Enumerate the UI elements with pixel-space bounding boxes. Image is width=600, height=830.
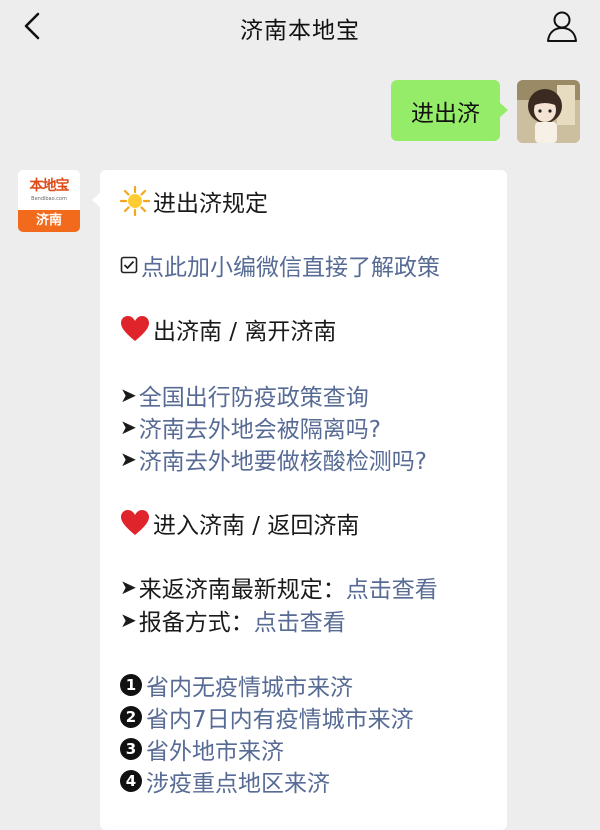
enter-item-link[interactable]: 点击查看 — [346, 570, 438, 604]
numbered-link[interactable]: 省外地市来济 — [146, 732, 284, 766]
numbered-link-row: 1 省内无疫情城市来济 — [120, 668, 353, 702]
user-avatar-image — [517, 80, 580, 143]
leave-link[interactable]: 济南去外地要做核酸检测吗? — [139, 442, 427, 476]
numbered-link-row: 4 涉疫重点地区来济 — [120, 764, 330, 798]
numbered-link[interactable]: 省内7日内有疫情城市来济 — [146, 700, 414, 734]
bot-logo-text: 本地宝 — [29, 178, 70, 194]
bot-avatar[interactable]: 本地宝 Bendibao.com 济南 — [18, 170, 80, 232]
leave-heading: 出济南 / 离开济南 — [153, 319, 337, 345]
leave-link-row: ➤ 济南去外地会被隔离吗? — [120, 410, 381, 444]
leave-link[interactable]: 全国出行防疫政策查询 — [139, 378, 369, 412]
leave-link-row: ➤ 全国出行防疫政策查询 — [120, 378, 369, 412]
leave-link-row: ➤ 济南去外地要做核酸检测吗? — [120, 442, 427, 476]
enter-heading: 进入济南 / 返回济南 — [153, 513, 360, 539]
user-message-text: 进出济 — [411, 100, 480, 127]
numbered-link[interactable]: 省内无疫情城市来济 — [146, 668, 353, 702]
enter-item-label: 来返济南最新规定： — [138, 577, 346, 603]
number-badge: 3 — [120, 738, 142, 760]
number-badge: 1 — [120, 674, 142, 696]
enter-item-link[interactable]: 点击查看 — [254, 603, 346, 637]
arrow-right-icon: ➤ — [120, 415, 137, 439]
enter-heading-row: 进入济南 / 返回济南 — [120, 506, 359, 540]
page-title: 济南本地宝 — [240, 18, 360, 44]
enter-item-label: 报备方式： — [138, 610, 254, 636]
bot-message-bubble: 进出济规定 点此加小编微信直接了解政策 出济南 / 离开济南 ➤ 全国出行防疫政… — [92, 170, 507, 830]
bot-logo-url: Bendibao.com — [31, 196, 67, 202]
arrow-right-icon: ➤ — [120, 608, 137, 632]
heart-icon — [121, 316, 149, 341]
profile-button[interactable] — [542, 6, 582, 46]
numbered-link-row: 3 省外地市来济 — [120, 732, 284, 766]
checkbox-icon — [120, 256, 138, 274]
user-avatar[interactable] — [517, 80, 580, 143]
leave-link[interactable]: 济南去外地会被隔离吗? — [139, 410, 381, 444]
wechat-row: 点此加小编微信直接了解政策 — [120, 248, 440, 282]
section-title: 进出济规定 — [153, 191, 268, 217]
number-badge: 4 — [120, 770, 142, 792]
numbered-link[interactable]: 涉疫重点地区来济 — [146, 764, 330, 798]
top-bar: 济南本地宝 — [0, 0, 600, 52]
bot-logo-city: 济南 — [18, 210, 80, 232]
enter-item-row: ➤ 报备方式： 点击查看 — [120, 603, 346, 637]
arrow-right-icon: ➤ — [120, 575, 137, 599]
wechat-link[interactable]: 点此加小编微信直接了解政策 — [141, 248, 440, 282]
heart-icon — [121, 510, 149, 535]
section-title-row: 进出济规定 — [120, 184, 268, 218]
user-message-bubble[interactable]: 进出济 — [391, 80, 508, 141]
arrow-right-icon: ➤ — [120, 447, 137, 471]
arrow-right-icon: ➤ — [120, 383, 137, 407]
number-badge: 2 — [120, 706, 142, 728]
numbered-link-row: 2 省内7日内有疫情城市来济 — [120, 700, 414, 734]
bot-logo-top: 本地宝 Bendibao.com — [18, 170, 80, 210]
sun-icon — [120, 186, 150, 216]
person-icon — [547, 11, 577, 42]
enter-item-row: ➤ 来返济南最新规定： 点击查看 — [120, 570, 438, 604]
leave-heading-row: 出济南 / 离开济南 — [120, 312, 336, 346]
